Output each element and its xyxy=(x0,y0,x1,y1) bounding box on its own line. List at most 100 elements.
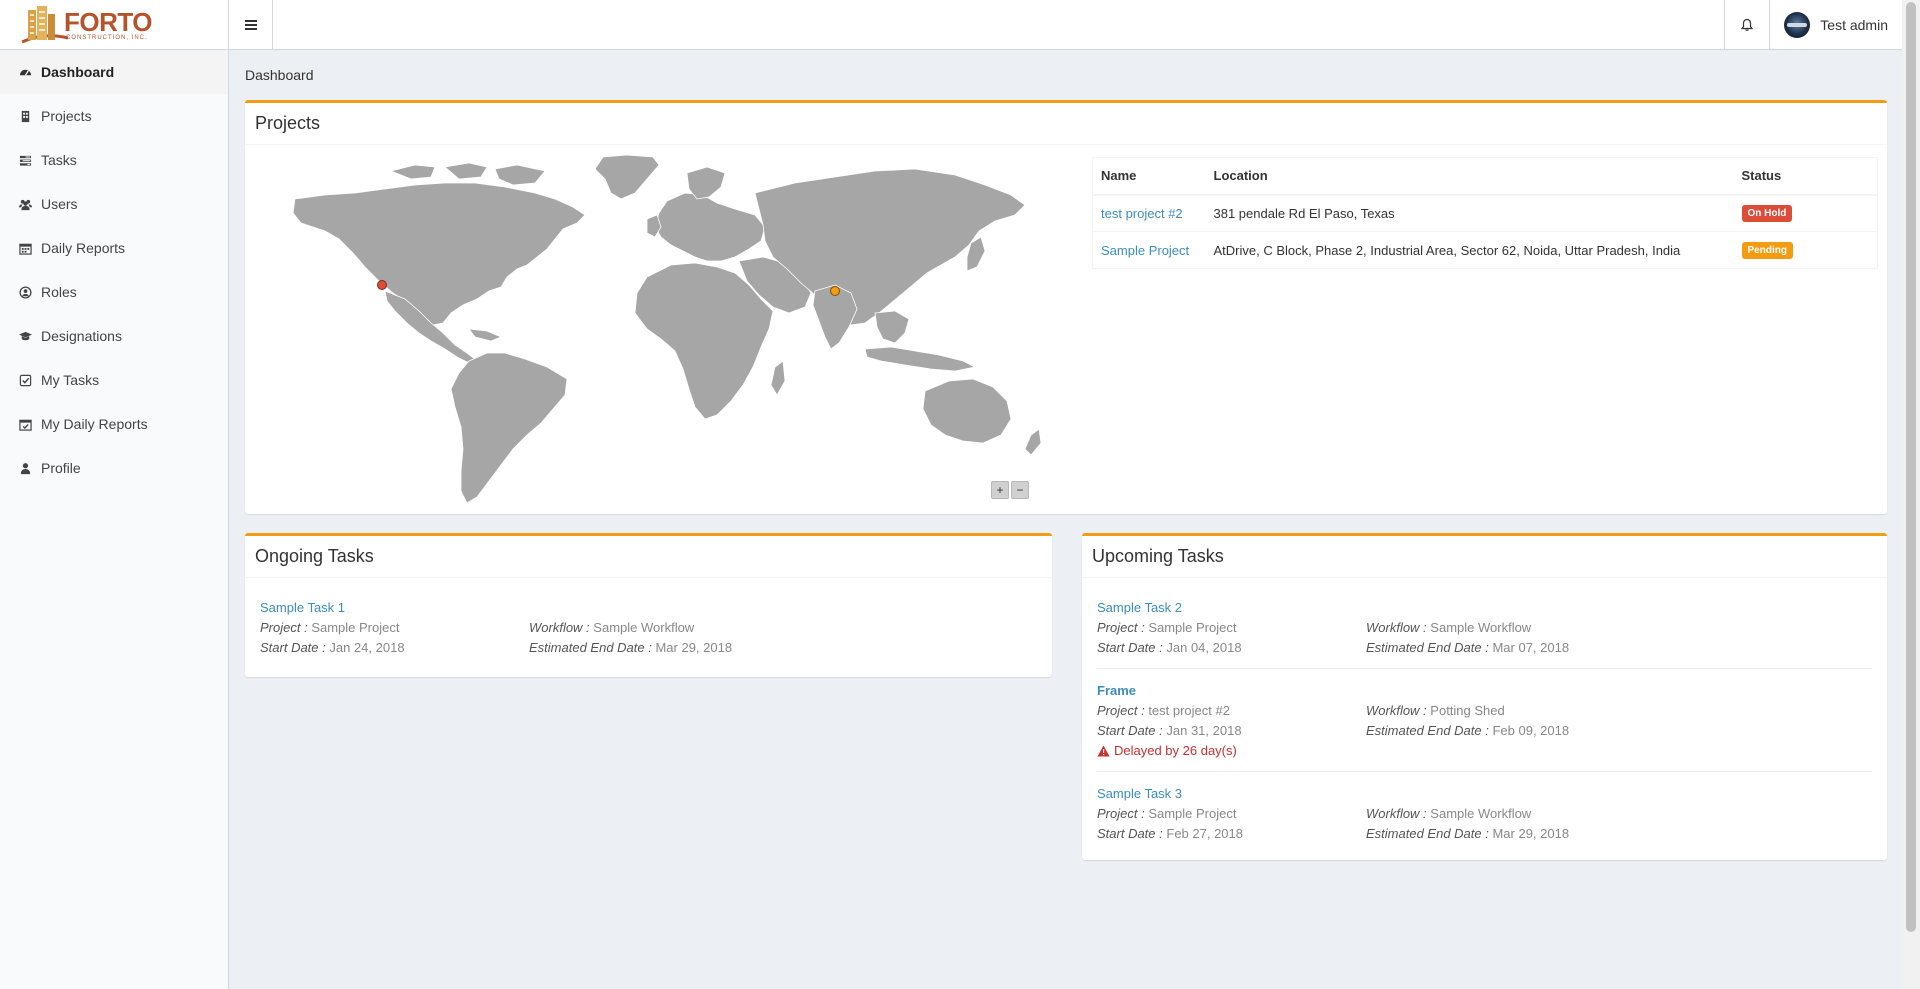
end-date-label: Estimated End Date : xyxy=(1366,723,1489,738)
task-end-date: Mar 07, 2018 xyxy=(1492,640,1570,655)
sidebar-item-users[interactable]: Users xyxy=(0,182,228,226)
top-navbar: FORTO CONSTRUCTION, INC. Test admin xyxy=(0,0,1902,50)
ongoing-tasks-title: Ongoing Tasks xyxy=(245,536,1052,578)
calendar-icon xyxy=(18,241,32,255)
map-zoom-in-button[interactable]: + xyxy=(991,481,1009,499)
task-item: Sample Task 2 Project : Sample Project W… xyxy=(1082,586,1887,668)
column-header-status: Status xyxy=(1733,157,1878,196)
map-greenland xyxy=(594,154,660,200)
task-title-link[interactable]: Frame xyxy=(1097,683,1872,698)
user-menu[interactable]: Test admin xyxy=(1769,0,1902,49)
notifications-button[interactable] xyxy=(1724,0,1769,49)
task-end-date: Mar 29, 2018 xyxy=(655,640,733,655)
sidebar-item-label: Tasks xyxy=(41,152,77,168)
sidebar-item-tasks[interactable]: Tasks xyxy=(0,138,228,182)
sidebar-item-label: Users xyxy=(41,196,78,212)
task-title-link[interactable]: Sample Task 3 xyxy=(1097,786,1872,801)
column-header-name: Name xyxy=(1092,157,1206,196)
sidebar-item-label: Daily Reports xyxy=(41,240,126,256)
map-marker-noida xyxy=(830,286,840,296)
map-zoom-out-button[interactable]: − xyxy=(1011,481,1029,499)
sidebar-item-label: My Tasks xyxy=(41,372,100,388)
projects-table: Name Location Status test project #2 381… xyxy=(1092,157,1878,269)
sidebar-item-dashboard[interactable]: Dashboard xyxy=(0,50,228,94)
start-date-label: Start Date : xyxy=(1097,640,1163,655)
sidebar-item-daily-reports[interactable]: Daily Reports xyxy=(0,226,228,270)
logo[interactable]: FORTO CONSTRUCTION, INC. xyxy=(0,0,229,50)
delay-text: Delayed by 26 day(s) xyxy=(1114,743,1237,758)
map-south-america xyxy=(450,352,568,504)
scrollbar-thumb[interactable] xyxy=(1906,2,1916,932)
page-scrollbar[interactable] xyxy=(1902,0,1920,989)
project-location: AtDrive, C Block, Phase 2, Industrial Ar… xyxy=(1205,231,1734,269)
projects-panel: Projects + − Name Location Status test p… xyxy=(245,100,1887,514)
start-date-label: Start Date : xyxy=(260,640,326,655)
ongoing-tasks-panel: Ongoing Tasks Sample Task 1 Project : Sa… xyxy=(245,533,1052,677)
user-icon xyxy=(18,461,32,475)
calendar-check-icon xyxy=(18,417,32,431)
map-arctic-islands xyxy=(389,164,436,180)
map-scandinavia xyxy=(686,166,726,200)
project-link[interactable]: Sample Project xyxy=(1101,243,1189,258)
world-map[interactable] xyxy=(255,153,1055,508)
upcoming-tasks-panel: Upcoming Tasks Sample Task 2 Project : S… xyxy=(1082,533,1887,860)
map-indonesia xyxy=(864,346,977,372)
workflow-label: Workflow : xyxy=(1366,703,1427,718)
task-workflow: Sample Workflow xyxy=(1430,620,1532,635)
sidebar-item-label: Projects xyxy=(41,108,92,124)
sidebar-item-designations[interactable]: Designations xyxy=(0,314,228,358)
workflow-label: Workflow : xyxy=(529,620,590,635)
sidebar-item-label: Profile xyxy=(41,460,81,476)
start-date-label: Start Date : xyxy=(1097,723,1163,738)
task-project: Sample Project xyxy=(1148,620,1237,635)
map-europe xyxy=(654,192,766,262)
upcoming-tasks-title: Upcoming Tasks xyxy=(1082,536,1887,578)
project-location: 381 pendale Rd El Paso, Texas xyxy=(1205,194,1734,232)
project-label: Project : xyxy=(260,620,308,635)
sidebar-item-label: Designations xyxy=(41,328,122,344)
task-project: Sample Project xyxy=(311,620,400,635)
task-workflow: Potting Shed xyxy=(1430,703,1505,718)
avatar xyxy=(1784,11,1811,38)
workflow-label: Workflow : xyxy=(1366,806,1427,821)
map-arctic-islands-2 xyxy=(444,162,488,180)
sidebar-item-my-daily-reports[interactable]: My Daily Reports xyxy=(0,402,228,446)
task-start-date: Jan 04, 2018 xyxy=(1166,640,1242,655)
map-southeast-asia xyxy=(874,310,910,344)
task-title-link[interactable]: Sample Task 1 xyxy=(260,600,1037,615)
sidebar-item-projects[interactable]: Projects xyxy=(0,94,228,138)
bell-icon xyxy=(1741,18,1754,31)
dashboard-icon xyxy=(18,65,32,79)
sidebar-item-label: My Daily Reports xyxy=(41,416,148,432)
status-badge: Pending xyxy=(1741,242,1793,259)
check-square-icon xyxy=(18,373,32,387)
task-start-date: Feb 27, 2018 xyxy=(1166,826,1243,841)
sidebar-item-profile[interactable]: Profile xyxy=(0,446,228,490)
task-end-date: Mar 29, 2018 xyxy=(1492,826,1570,841)
map-arctic-islands-3 xyxy=(494,164,546,186)
task-title-link[interactable]: Sample Task 2 xyxy=(1097,600,1872,615)
projects-panel-title: Projects xyxy=(245,103,1887,145)
column-header-location: Location xyxy=(1205,157,1734,196)
sidebar-item-roles[interactable]: Roles xyxy=(0,270,228,314)
sidebar-toggle-button[interactable] xyxy=(229,0,273,50)
task-project: test project #2 xyxy=(1148,703,1230,718)
workflow-label: Workflow : xyxy=(1366,620,1427,635)
task-end-date: Feb 09, 2018 xyxy=(1492,723,1570,738)
table-row: test project #2 381 pendale Rd El Paso, … xyxy=(1092,194,1878,232)
brand-name: FORTO xyxy=(64,7,153,37)
sidebar: Dashboard Projects Tasks Users Daily Rep… xyxy=(0,50,229,989)
status-badge: On Hold xyxy=(1741,205,1793,223)
warning-icon xyxy=(1097,745,1110,757)
map-marker-texas xyxy=(377,280,387,290)
map-australia xyxy=(922,378,1012,444)
task-start-date: Jan 31, 2018 xyxy=(1166,723,1242,738)
map-zoom-controls: + − xyxy=(991,481,1029,499)
project-link[interactable]: test project #2 xyxy=(1101,206,1183,221)
logo-building-icon xyxy=(18,2,70,48)
task-project: Sample Project xyxy=(1148,806,1237,821)
user-circle-icon xyxy=(18,285,32,299)
user-name: Test admin xyxy=(1820,16,1888,33)
task-workflow: Sample Workflow xyxy=(1430,806,1532,821)
sidebar-item-my-tasks[interactable]: My Tasks xyxy=(0,358,228,402)
